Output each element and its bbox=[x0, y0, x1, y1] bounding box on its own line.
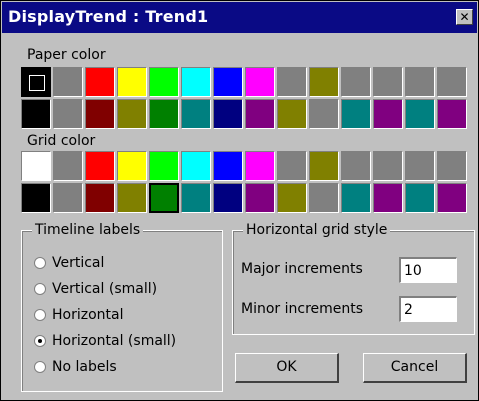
paper-color-swatch[interactable] bbox=[373, 99, 403, 129]
grid-color-swatch[interactable] bbox=[437, 183, 467, 213]
grid-color-swatch[interactable] bbox=[405, 183, 435, 213]
paper-color-grid bbox=[21, 67, 467, 129]
grid-color-swatch[interactable] bbox=[341, 183, 371, 213]
horizontal-grid-style-group: Horizontal grid style Major increments M… bbox=[232, 222, 475, 335]
grid-color-swatch[interactable] bbox=[277, 151, 307, 181]
grid-color-swatch[interactable] bbox=[21, 151, 51, 181]
display-trend-dialog: DisplayTrend : Trend1 ✕ Paper color Grid… bbox=[0, 0, 479, 401]
paper-color-swatch[interactable] bbox=[117, 99, 147, 129]
paper-color-swatch[interactable] bbox=[149, 99, 179, 129]
radio-vertical[interactable]: Vertical bbox=[34, 255, 104, 271]
minor-increments-input[interactable] bbox=[399, 296, 457, 322]
grid-color-swatch[interactable] bbox=[437, 151, 467, 181]
paper-color-swatch[interactable] bbox=[213, 67, 243, 97]
grid-color-swatch[interactable] bbox=[85, 183, 115, 213]
grid-color-swatch[interactable] bbox=[213, 151, 243, 181]
cancel-button[interactable]: Cancel bbox=[363, 353, 467, 383]
paper-color-swatch[interactable] bbox=[117, 67, 147, 97]
grid-color-swatch[interactable] bbox=[117, 151, 147, 181]
paper-color-swatch[interactable] bbox=[181, 99, 211, 129]
minor-increments-label: Minor increments bbox=[241, 301, 364, 317]
grid-color-swatch[interactable] bbox=[85, 151, 115, 181]
grid-color-swatch[interactable] bbox=[213, 183, 243, 213]
radio-horizontal-indicator bbox=[34, 309, 46, 321]
paper-color-swatch[interactable] bbox=[309, 99, 339, 129]
radio-horizontal-label: Horizontal bbox=[52, 307, 124, 323]
title-bar[interactable]: DisplayTrend : Trend1 ✕ bbox=[2, 2, 477, 33]
paper-color-swatch[interactable] bbox=[53, 67, 83, 97]
paper-color-swatch[interactable] bbox=[21, 67, 51, 97]
major-increments-label: Major increments bbox=[241, 261, 363, 277]
paper-color-swatch[interactable] bbox=[277, 99, 307, 129]
grid-color-swatch[interactable] bbox=[245, 183, 275, 213]
radio-no-labels-indicator bbox=[34, 361, 46, 373]
radio-horizontal-small-indicator bbox=[34, 335, 46, 347]
radio-vertical-small-indicator bbox=[34, 283, 46, 295]
paper-color-swatch[interactable] bbox=[341, 67, 371, 97]
grid-color-swatch[interactable] bbox=[245, 151, 275, 181]
paper-color-swatch[interactable] bbox=[405, 67, 435, 97]
timeline-labels-legend: Timeline labels bbox=[32, 222, 144, 238]
radio-no-labels-label: No labels bbox=[52, 359, 117, 375]
grid-color-swatch[interactable] bbox=[181, 151, 211, 181]
radio-vertical-indicator bbox=[34, 257, 46, 269]
radio-vertical-small[interactable]: Vertical (small) bbox=[34, 281, 157, 297]
grid-color-swatch[interactable] bbox=[373, 183, 403, 213]
grid-color-swatch[interactable] bbox=[53, 183, 83, 213]
paper-color-swatch[interactable] bbox=[85, 99, 115, 129]
horizontal-grid-style-legend: Horizontal grid style bbox=[243, 222, 391, 238]
ok-button[interactable]: OK bbox=[235, 353, 339, 383]
grid-color-swatch[interactable] bbox=[309, 183, 339, 213]
radio-vertical-small-label: Vertical (small) bbox=[52, 281, 158, 297]
radio-horizontal[interactable]: Horizontal bbox=[34, 307, 123, 323]
paper-color-swatch[interactable] bbox=[341, 99, 371, 129]
paper-color-swatch[interactable] bbox=[437, 67, 467, 97]
paper-color-swatch[interactable] bbox=[21, 99, 51, 129]
paper-color-swatch[interactable] bbox=[309, 67, 339, 97]
radio-no-labels[interactable]: No labels bbox=[34, 359, 117, 375]
paper-color-swatch[interactable] bbox=[149, 67, 179, 97]
radio-horizontal-small-label: Horizontal (small) bbox=[52, 333, 177, 349]
grid-color-swatch[interactable] bbox=[117, 183, 147, 213]
paper-color-swatch[interactable] bbox=[245, 99, 275, 129]
paper-color-swatch[interactable] bbox=[373, 67, 403, 97]
grid-color-swatch[interactable] bbox=[309, 151, 339, 181]
grid-color-swatch[interactable] bbox=[21, 183, 51, 213]
grid-color-swatch[interactable] bbox=[405, 151, 435, 181]
paper-color-swatch[interactable] bbox=[405, 99, 435, 129]
grid-color-swatch[interactable] bbox=[373, 151, 403, 181]
paper-color-label: Paper color bbox=[27, 47, 106, 63]
paper-color-swatch[interactable] bbox=[213, 99, 243, 129]
grid-color-swatch[interactable] bbox=[277, 183, 307, 213]
close-button[interactable]: ✕ bbox=[456, 9, 473, 25]
grid-color-swatch[interactable] bbox=[341, 151, 371, 181]
grid-color-grid bbox=[21, 151, 467, 213]
paper-color-swatch[interactable] bbox=[277, 67, 307, 97]
timeline-labels-group: Timeline labels Vertical Vertical (small… bbox=[21, 222, 223, 392]
paper-color-swatch[interactable] bbox=[437, 99, 467, 129]
radio-horizontal-small[interactable]: Horizontal (small) bbox=[34, 333, 176, 349]
grid-color-swatch[interactable] bbox=[53, 151, 83, 181]
paper-color-swatch[interactable] bbox=[181, 67, 211, 97]
grid-color-swatch[interactable] bbox=[149, 151, 179, 181]
grid-color-label: Grid color bbox=[27, 133, 96, 149]
major-increments-input[interactable] bbox=[399, 257, 457, 283]
grid-color-swatch[interactable] bbox=[149, 183, 179, 213]
grid-color-swatch[interactable] bbox=[181, 183, 211, 213]
paper-color-swatch[interactable] bbox=[85, 67, 115, 97]
radio-vertical-label: Vertical bbox=[52, 255, 105, 271]
paper-color-swatch[interactable] bbox=[53, 99, 83, 129]
paper-color-swatch[interactable] bbox=[245, 67, 275, 97]
close-icon: ✕ bbox=[459, 10, 470, 24]
window-title: DisplayTrend : Trend1 bbox=[8, 7, 209, 26]
